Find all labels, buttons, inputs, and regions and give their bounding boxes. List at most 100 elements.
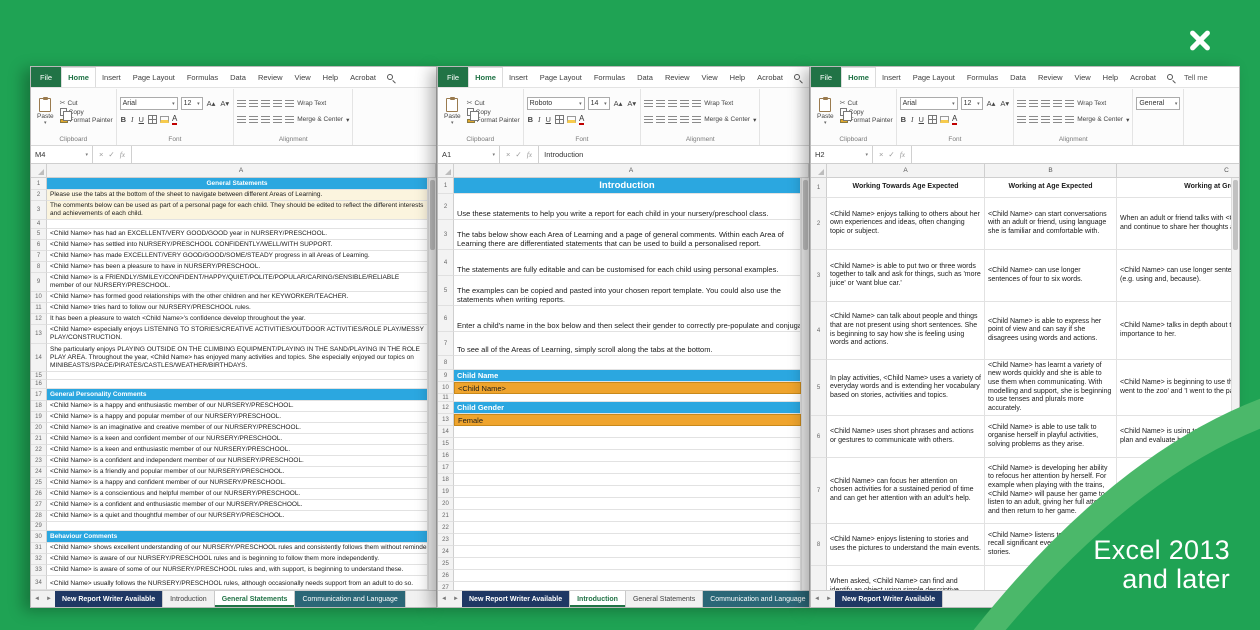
cell[interactable]: <Child Name> bbox=[454, 382, 801, 394]
row-header[interactable]: 3 bbox=[31, 201, 47, 220]
cell[interactable] bbox=[454, 450, 801, 462]
row-header[interactable]: 5 bbox=[31, 229, 47, 240]
row-header[interactable]: 32 bbox=[31, 554, 47, 565]
row-header[interactable]: 16 bbox=[438, 450, 454, 462]
column-header-a[interactable]: A bbox=[454, 164, 809, 177]
cell[interactable]: <Child Name> has been a pleasure to have… bbox=[47, 262, 428, 273]
wrap-text-button[interactable]: Wrap Text bbox=[297, 100, 326, 107]
ribbon-tab-acrobat[interactable]: Acrobat bbox=[344, 67, 382, 87]
row-header[interactable]: 6 bbox=[31, 240, 47, 251]
row-header[interactable]: 6 bbox=[438, 306, 454, 332]
font-name-select[interactable]: Arial▾ bbox=[900, 97, 958, 110]
align-middle-icon[interactable] bbox=[656, 100, 665, 108]
shrink-font-button[interactable]: A▾ bbox=[999, 99, 1010, 108]
copy-button[interactable]: Copy bbox=[467, 108, 520, 116]
tell-me-search-icon[interactable] bbox=[789, 67, 805, 87]
ribbon-tab-review[interactable]: Review bbox=[1032, 67, 1069, 87]
row-header[interactable]: 20 bbox=[31, 423, 47, 434]
font-color-icon[interactable]: A bbox=[172, 115, 177, 125]
ribbon-tab-help[interactable]: Help bbox=[724, 67, 751, 87]
row-header[interactable]: 29 bbox=[31, 522, 47, 531]
row-header[interactable]: 8 bbox=[438, 356, 454, 370]
row-header[interactable]: 5 bbox=[811, 360, 827, 416]
tell-me-label[interactable]: Tell me bbox=[1178, 67, 1214, 87]
sheet-tab-communication-and-language[interactable]: Communication and Language bbox=[703, 591, 809, 607]
ribbon-tab-help[interactable]: Help bbox=[1097, 67, 1124, 87]
row-header[interactable]: 9 bbox=[31, 273, 47, 292]
cell[interactable]: To see all of the Areas of Learning, sim… bbox=[454, 332, 801, 356]
wrap-text-icon[interactable] bbox=[285, 100, 294, 108]
row-header[interactable]: 15 bbox=[438, 438, 454, 450]
paste-dropdown-icon[interactable]: ▾ bbox=[824, 120, 827, 126]
scrollbar-thumb[interactable] bbox=[1233, 180, 1238, 250]
cell[interactable]: <Child Name> shows excellent understandi… bbox=[47, 543, 428, 554]
row-header[interactable]: 10 bbox=[31, 292, 47, 303]
cell[interactable]: <Child Name> can start conversations wit… bbox=[985, 198, 1117, 250]
row-header[interactable]: 25 bbox=[438, 558, 454, 570]
cell[interactable]: <Child Name> is a keen and enthusiastic … bbox=[47, 445, 428, 456]
row-header[interactable]: 1 bbox=[811, 178, 827, 198]
decrease-indent-icon[interactable] bbox=[273, 116, 282, 124]
paste-dropdown-icon[interactable]: ▾ bbox=[44, 120, 47, 126]
cell[interactable]: <Child Name> is aware of our NURSERY/PRE… bbox=[47, 554, 428, 565]
cell[interactable] bbox=[47, 372, 428, 380]
name-box[interactable]: M4 ▾ bbox=[31, 146, 93, 163]
ribbon-tab-acrobat[interactable]: Acrobat bbox=[1124, 67, 1162, 87]
cell[interactable]: When an adult or friend talks with <Chil… bbox=[1117, 198, 1231, 250]
ribbon-tab-review[interactable]: Review bbox=[659, 67, 696, 87]
row-header[interactable]: 26 bbox=[438, 570, 454, 582]
italic-button[interactable]: I bbox=[130, 115, 135, 124]
cell[interactable]: <Child Name> can use longer sentences of… bbox=[985, 250, 1117, 302]
fill-color-icon[interactable] bbox=[160, 116, 169, 123]
column-header-a[interactable]: A bbox=[827, 164, 985, 177]
bold-button[interactable]: B bbox=[527, 115, 534, 124]
paste-dropdown-icon[interactable]: ▾ bbox=[451, 120, 454, 126]
cell[interactable]: <Child Name> is a conscientious and help… bbox=[47, 489, 428, 500]
select-all-corner[interactable] bbox=[31, 164, 47, 177]
cancel-icon[interactable]: × bbox=[506, 150, 510, 159]
cell[interactable] bbox=[47, 522, 428, 531]
row-header[interactable]: 5 bbox=[438, 276, 454, 306]
ribbon-tab-file[interactable]: File bbox=[438, 67, 468, 87]
row-header[interactable]: 24 bbox=[31, 467, 47, 478]
cell[interactable]: <Child Name> has had an EXCELLENT/VERY G… bbox=[47, 229, 428, 240]
borders-icon[interactable] bbox=[555, 115, 564, 124]
cell[interactable]: General Statements bbox=[47, 178, 428, 190]
cell[interactable]: <Child Name> is a happy and popular memb… bbox=[47, 412, 428, 423]
cell[interactable]: <Child Name> is a happy and confident me… bbox=[47, 478, 428, 489]
cell[interactable]: <Child Name> is a keen and confident mem… bbox=[47, 434, 428, 445]
row-header[interactable]: 13 bbox=[31, 325, 47, 344]
ribbon-tab-insert[interactable]: Insert bbox=[96, 67, 127, 87]
merge-center-button[interactable]: Merge & Center bbox=[704, 116, 750, 123]
cell[interactable] bbox=[454, 356, 801, 370]
cell[interactable]: <Child Name> is able to put two or three… bbox=[827, 250, 985, 302]
cell[interactable]: <Child Name> can focus her attention on … bbox=[827, 458, 985, 524]
align-left-icon[interactable] bbox=[237, 116, 246, 124]
row-header[interactable]: 2 bbox=[31, 190, 47, 201]
borders-icon[interactable] bbox=[928, 115, 937, 124]
increase-indent-icon[interactable] bbox=[692, 116, 701, 124]
sheet-nav-right-icon[interactable]: ► bbox=[823, 591, 835, 607]
vertical-scrollbar[interactable] bbox=[801, 178, 809, 590]
cell[interactable]: <Child Name> especially enjoys LISTENING… bbox=[47, 325, 428, 344]
font-name-select[interactable]: Arial▾ bbox=[120, 97, 178, 110]
vertical-scrollbar[interactable] bbox=[428, 178, 436, 590]
name-box[interactable]: A1 ▾ bbox=[438, 146, 500, 163]
bold-button[interactable]: B bbox=[900, 115, 907, 124]
align-left-icon[interactable] bbox=[644, 116, 653, 124]
align-middle-icon[interactable] bbox=[1029, 100, 1038, 108]
cell[interactable]: It has been a pleasure to watch <Child N… bbox=[47, 314, 428, 325]
align-center-icon[interactable] bbox=[1029, 116, 1038, 124]
ribbon-tab-formulas[interactable]: Formulas bbox=[181, 67, 224, 87]
decrease-indent-icon[interactable] bbox=[680, 116, 689, 124]
align-center-icon[interactable] bbox=[249, 116, 258, 124]
ribbon-tab-insert[interactable]: Insert bbox=[876, 67, 907, 87]
enter-icon[interactable]: ✓ bbox=[515, 150, 521, 159]
cell[interactable] bbox=[454, 462, 801, 474]
cell[interactable]: <Child Name> is a confident and enthusia… bbox=[47, 500, 428, 511]
row-header[interactable]: 34 bbox=[31, 576, 47, 590]
insert-function-icon[interactable]: fx bbox=[527, 150, 532, 159]
formula-bar[interactable] bbox=[912, 146, 1239, 163]
cell[interactable]: <Child Name> can talk about people and t… bbox=[827, 302, 985, 360]
grow-font-button[interactable]: A▴ bbox=[613, 99, 624, 108]
